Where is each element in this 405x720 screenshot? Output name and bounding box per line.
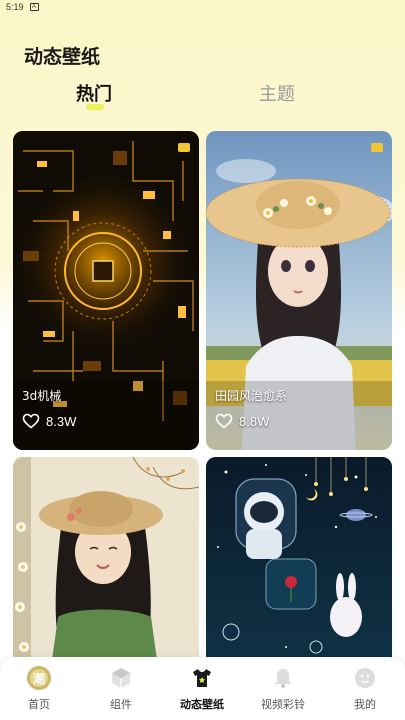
heart-icon[interactable] bbox=[22, 413, 40, 429]
likes-count: 8.8W bbox=[239, 413, 270, 429]
wallpaper-card-pastoral[interactable]: 田园风治愈系 8.8W bbox=[206, 131, 392, 450]
wallpaper-title: 田园风治愈系 bbox=[215, 389, 288, 403]
tabbar-item-home[interactable]: 潮 首页 bbox=[4, 665, 74, 712]
face-icon bbox=[352, 665, 378, 691]
heart-icon[interactable] bbox=[215, 413, 233, 429]
tabbar-label: 视频彩铃 bbox=[261, 698, 305, 711]
tab-themes[interactable]: 主题 bbox=[259, 80, 295, 106]
home-logo-icon: 潮 bbox=[26, 665, 52, 691]
bell-icon bbox=[270, 665, 296, 691]
wallpaper-card-girl-green[interactable] bbox=[13, 457, 199, 667]
tabbar-item-video-ringtone[interactable]: 视频彩铃 bbox=[248, 665, 318, 712]
category-tabs: 热门 主题 bbox=[0, 80, 405, 114]
status-time: 5:19 bbox=[6, 2, 24, 12]
page-title: 动态壁纸 bbox=[24, 46, 101, 68]
bottom-tab-bar: 潮 首页 组件 动态壁纸 视频彩铃 我的 bbox=[0, 657, 405, 720]
status-bar: 5:19 A bbox=[0, 0, 405, 14]
live-badge-icon bbox=[371, 143, 383, 152]
wallpaper-card-astronaut[interactable] bbox=[206, 457, 392, 667]
wallpaper-title: 3d机械 bbox=[22, 389, 62, 403]
wallpaper-card-mechanical[interactable]: 3d机械 8.3W bbox=[13, 131, 199, 450]
tabbar-label: 动态壁纸 bbox=[180, 698, 224, 711]
tabbar-label: 组件 bbox=[110, 698, 132, 711]
tabbar-item-profile[interactable]: 我的 bbox=[330, 665, 400, 712]
notification-a-icon: A bbox=[29, 3, 39, 11]
wallpaper-likes[interactable]: 8.3W bbox=[22, 413, 76, 429]
astronaut-space-artwork bbox=[206, 457, 392, 667]
cube-icon bbox=[108, 665, 134, 691]
wallpaper-likes[interactable]: 8.8W bbox=[215, 413, 269, 429]
svg-text:潮: 潮 bbox=[33, 671, 45, 686]
tabbar-label: 我的 bbox=[354, 698, 376, 711]
tab-hot[interactable]: 热门 bbox=[76, 80, 112, 106]
tabbar-label: 首页 bbox=[28, 698, 50, 711]
tabbar-item-widgets[interactable]: 组件 bbox=[86, 665, 156, 712]
tshirt-icon bbox=[189, 665, 215, 691]
live-badge-icon bbox=[178, 143, 190, 152]
likes-count: 8.3W bbox=[46, 413, 77, 429]
tabbar-item-live-wallpaper[interactable]: 动态壁纸 bbox=[167, 665, 237, 712]
green-dress-girl-artwork bbox=[13, 457, 199, 667]
